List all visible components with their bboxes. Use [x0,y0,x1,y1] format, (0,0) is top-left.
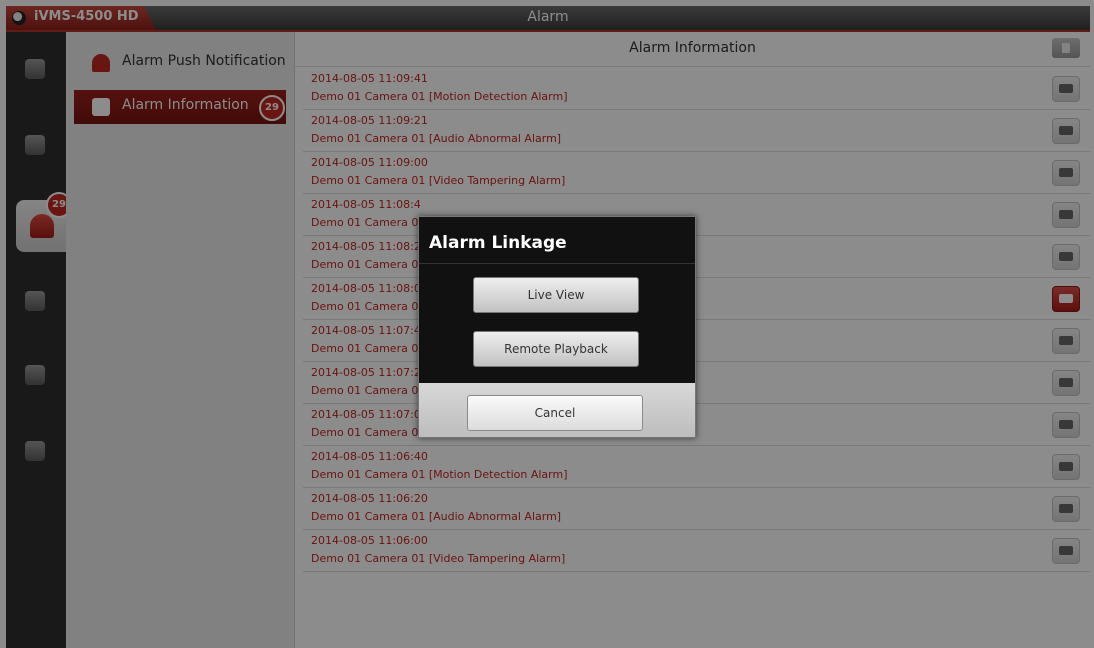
live-view-button[interactable]: Live View [473,277,639,313]
dialog-footer: Cancel [419,383,695,437]
cancel-button[interactable]: Cancel [467,395,643,431]
alarm-linkage-dialog: Alarm Linkage Live View Remote Playback … [418,216,696,438]
dialog-divider [419,263,695,264]
remote-playback-button[interactable]: Remote Playback [473,331,639,367]
dialog-title: Alarm Linkage [429,233,567,253]
